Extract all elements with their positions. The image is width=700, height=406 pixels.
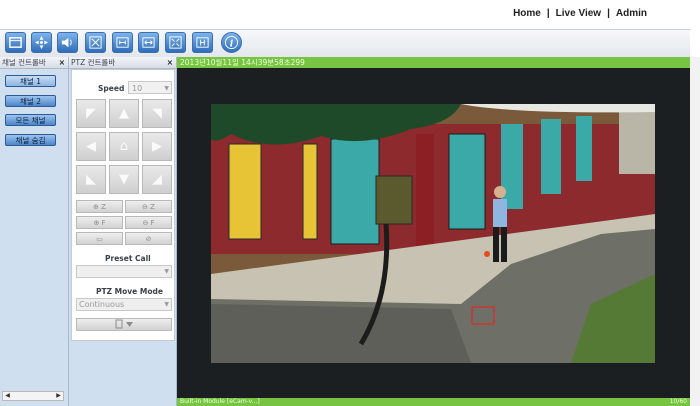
home-link[interactable]: Home: [513, 8, 541, 19]
chevron-down-icon: ▼: [164, 85, 169, 92]
zoom-in-button[interactable]: ⊕ Z: [76, 200, 123, 213]
camera-feed[interactable]: [211, 104, 655, 363]
channel-1-button[interactable]: 채널 1: [5, 75, 56, 87]
iris-button[interactable]: ▭: [76, 232, 123, 245]
ptz-control-panel: PTZ 컨트롤바 × Speed 10 ▼ ◤ ▲ ◥ ◀ ⌂ ▶ ◣ ▼ ◢ ⊕…: [69, 57, 177, 406]
chevron-down-icon: ▼: [164, 301, 169, 308]
all-channels-button[interactable]: 모든 채널: [5, 114, 56, 126]
speed-select[interactable]: 10 ▼: [128, 81, 172, 94]
ptz-move-mode-label: PTZ Move Mode: [96, 287, 163, 296]
ptz-left-button[interactable]: ◀: [76, 132, 106, 161]
capture-icon[interactable]: [192, 32, 213, 53]
nav-separator: |: [607, 8, 610, 19]
channel-2-button[interactable]: 채널 2: [5, 95, 56, 107]
preset-call-label: Preset Call: [105, 254, 151, 263]
svg-text:i: i: [230, 38, 234, 49]
ptz-home-button[interactable]: ⌂: [109, 132, 139, 161]
layout-icon[interactable]: [5, 32, 26, 53]
info-icon[interactable]: i: [221, 32, 242, 53]
focus-near-button[interactable]: ⊕ F: [76, 216, 123, 229]
expand-icon[interactable]: [165, 32, 186, 53]
channel-panel-title: 채널 컨트롤바: [2, 58, 46, 67]
horizontal-scrollbar[interactable]: ◀ ▶: [2, 391, 64, 401]
video-source-label: Built-in Module [eCam-v...]: [180, 398, 260, 405]
fullscreen-icon[interactable]: [85, 32, 106, 53]
stop-button[interactable]: ⊘: [125, 232, 172, 245]
zoom-out-button[interactable]: ⊖ Z: [125, 200, 172, 213]
ptz-down-left-button[interactable]: ◣: [76, 165, 106, 194]
ptz-up-button[interactable]: ▲: [109, 99, 139, 128]
ptz-up-right-button[interactable]: ◥: [142, 99, 172, 128]
ptz-icon[interactable]: [31, 32, 52, 53]
scroll-left-icon[interactable]: ◀: [3, 392, 12, 400]
admin-link[interactable]: Admin: [616, 8, 647, 19]
camera-scene-image: [211, 104, 655, 363]
speed-value: 10: [132, 84, 143, 93]
video-frame-counter: 10/60: [669, 398, 687, 405]
close-icon[interactable]: ×: [167, 57, 173, 68]
scroll-right-icon[interactable]: ▶: [54, 392, 63, 400]
video-timestamp-bar: 2013년10월11일 14시39분58초299: [177, 57, 690, 68]
page-toggle-button[interactable]: [76, 318, 172, 331]
ptz-panel-title: PTZ 컨트롤바: [71, 58, 116, 67]
ptz-down-right-button[interactable]: ◢: [142, 165, 172, 194]
nav-separator: |: [546, 8, 550, 19]
channel-panel-header: 채널 컨트롤바 ×: [0, 57, 68, 69]
move-mode-select[interactable]: Continuous ▼: [76, 298, 172, 311]
preset-select[interactable]: ▼: [76, 265, 172, 278]
page-scrollbar[interactable]: [690, 57, 700, 406]
channel-control-panel: 채널 컨트롤바 × 채널 1 채널 2 모든 채널 채널 숨김 ◀ ▶: [0, 57, 69, 406]
main-toolbar: i: [0, 29, 690, 58]
focus-far-button[interactable]: ⊖ F: [125, 216, 172, 229]
audio-icon[interactable]: [57, 32, 78, 53]
hide-channel-button[interactable]: 채널 숨김: [5, 134, 56, 146]
page-down-icon: [115, 319, 133, 329]
video-timestamp: 2013년10월11일 14시39분58초299: [180, 58, 305, 67]
ptz-up-left-button[interactable]: ◤: [76, 99, 106, 128]
close-icon[interactable]: ×: [59, 57, 65, 68]
top-navigation: Home | Live View | Admin: [513, 8, 647, 19]
ptz-panel-header: PTZ 컨트롤바 ×: [69, 57, 176, 69]
live-view-link[interactable]: Live View: [556, 8, 601, 19]
ptz-down-button[interactable]: ▼: [109, 165, 139, 194]
video-status-bar: Built-in Module [eCam-v...] 10/60: [177, 398, 690, 406]
chevron-down-icon: ▼: [164, 268, 169, 275]
speed-label: Speed: [98, 84, 125, 93]
stretch-icon[interactable]: [138, 32, 159, 53]
move-mode-value: Continuous: [79, 300, 125, 309]
fit-icon[interactable]: [112, 32, 133, 53]
ptz-controls: Speed 10 ▼ ◤ ▲ ◥ ◀ ⌂ ▶ ◣ ▼ ◢ ⊕ Z ⊖ Z ⊕ F …: [71, 69, 175, 341]
ptz-right-button[interactable]: ▶: [142, 132, 172, 161]
